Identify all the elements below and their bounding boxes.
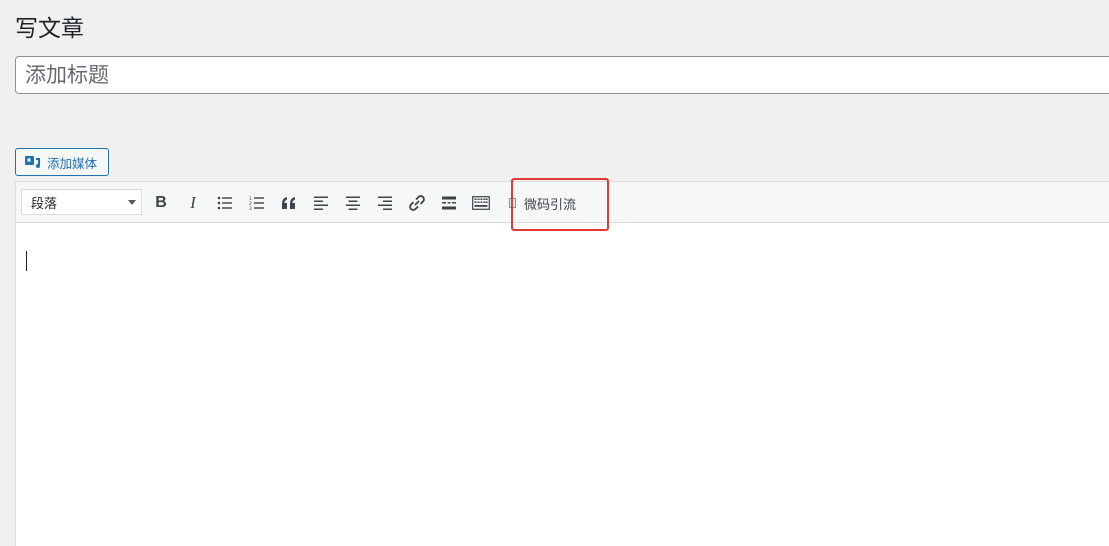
content-editor: 段落 B I 1 2 3 微码引流 <box>15 181 1109 546</box>
align-right-button[interactable] <box>372 190 398 216</box>
text-cursor <box>26 251 27 271</box>
bullet-list-button[interactable] <box>212 190 238 216</box>
bold-icon: B <box>155 194 167 211</box>
link-icon <box>409 195 425 211</box>
chevron-down-icon <box>128 200 136 205</box>
format-select-value: 段落 <box>31 196 58 212</box>
add-media-label: 添加媒体 <box>47 155 98 171</box>
italic-button[interactable]: I <box>180 190 206 216</box>
post-title-input[interactable] <box>15 56 1109 94</box>
keyboard-icon <box>472 196 490 210</box>
bullet-list-icon <box>217 196 232 210</box>
add-media-button[interactable]: 添加媒体 <box>15 148 109 176</box>
numbered-list-icon: 1 2 3 <box>249 196 264 210</box>
page-title: 写文章 <box>15 16 84 42</box>
custom-traffic-button[interactable]: 微码引流 <box>505 190 576 216</box>
blockquote-icon <box>282 197 295 209</box>
add-media-icon <box>24 154 42 170</box>
blockquote-button[interactable] <box>276 190 302 216</box>
placeholder-box-icon <box>509 198 516 208</box>
read-more-icon <box>442 196 456 210</box>
align-left-button[interactable] <box>308 190 334 216</box>
align-right-icon <box>378 196 392 210</box>
align-center-icon <box>346 196 360 210</box>
post-editor-page: 写文章 添加媒体 段落 B I <box>0 0 1109 546</box>
toolbar-toggle-button[interactable] <box>468 190 494 216</box>
format-select[interactable]: 段落 <box>21 189 142 215</box>
insert-link-button[interactable] <box>404 190 430 216</box>
svg-text:3: 3 <box>249 206 252 210</box>
align-left-icon <box>314 196 328 210</box>
bold-button[interactable]: B <box>148 190 174 216</box>
custom-traffic-label: 微码引流 <box>524 197 577 213</box>
editor-content-area[interactable] <box>16 223 1109 546</box>
read-more-button[interactable] <box>436 190 462 216</box>
numbered-list-button[interactable]: 1 2 3 <box>244 190 270 216</box>
italic-icon: I <box>190 193 196 212</box>
align-center-button[interactable] <box>340 190 366 216</box>
editor-toolbar: 段落 B I 1 2 3 微码引流 <box>16 182 1109 223</box>
